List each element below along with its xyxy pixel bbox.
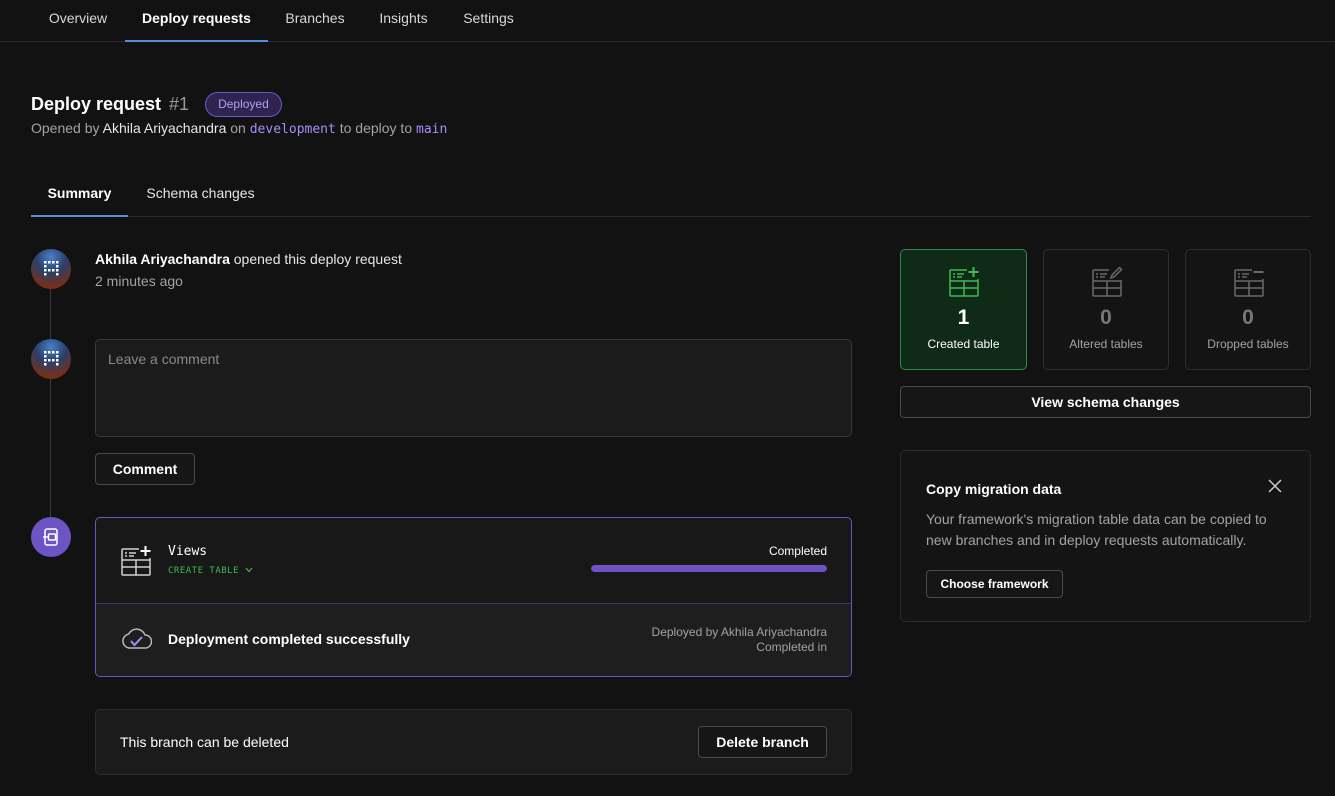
deployment-meta: Deployed by Akhila Ariyachandra Complete… <box>652 625 827 655</box>
branch-delete-card: This branch can be deleted Delete branch <box>95 709 852 775</box>
nav-tab-overview[interactable]: Overview <box>31 0 125 42</box>
stat-dropped-tables[interactable]: 0 Dropped tables <box>1185 249 1311 370</box>
stat-label: Altered tables <box>1069 337 1143 351</box>
table-remove-icon <box>1234 266 1265 297</box>
deploy-to-label: to deploy to <box>339 120 413 136</box>
avatar <box>31 249 71 289</box>
choose-framework-button[interactable]: Choose framework <box>926 570 1063 598</box>
nav-tab-deploy-requests[interactable]: Deploy requests <box>125 0 268 42</box>
delete-branch-button[interactable]: Delete branch <box>698 726 827 758</box>
status-badge: Deployed <box>205 91 282 117</box>
table-name: Views <box>168 544 208 559</box>
migration-description: Your framework's migration table data ca… <box>926 511 1267 548</box>
source-branch-link[interactable]: development <box>250 122 336 137</box>
migration-title: Copy migration data <box>926 481 1062 497</box>
deployment-success-message: Deployment completed successfully <box>168 631 410 647</box>
branch-delete-message: This branch can be deleted <box>120 734 289 750</box>
tab-summary[interactable]: Summary <box>31 172 128 217</box>
timeline-connector <box>50 289 51 339</box>
completed-in-text: Completed in <box>756 640 827 654</box>
deployment-table-row: Views CREATE TABLE Completed <box>96 518 851 604</box>
timeline-connector <box>50 379 51 517</box>
stat-label: Dropped tables <box>1207 337 1289 351</box>
deployment-result-row: Deployment completed successfully Deploy… <box>96 604 851 676</box>
avatar-letter-icon <box>44 351 59 366</box>
comment-input[interactable] <box>95 339 852 437</box>
deploy-node-icon <box>31 517 71 557</box>
stat-created-tables[interactable]: 1 Created table <box>900 249 1027 370</box>
nav-tab-branches[interactable]: Branches <box>268 0 362 42</box>
comment-button[interactable]: Comment <box>95 453 195 485</box>
request-number: #1 <box>169 93 190 114</box>
stat-count: 1 <box>957 306 970 329</box>
stat-altered-tables[interactable]: 0 Altered tables <box>1043 249 1169 370</box>
nav-tab-settings[interactable]: Settings <box>445 0 532 42</box>
avatar <box>31 339 71 379</box>
chevron-down-icon <box>245 567 253 573</box>
table-add-icon <box>949 266 980 297</box>
event-timestamp: 2 minutes ago <box>95 273 183 289</box>
author-link[interactable]: Akhila Ariyachandra <box>103 120 227 136</box>
stat-count: 0 <box>1100 306 1112 329</box>
stat-count: 0 <box>1242 306 1254 329</box>
view-schema-changes-button[interactable]: View schema changes <box>900 386 1311 418</box>
table-add-icon <box>121 545 152 576</box>
progress-fill <box>591 565 827 572</box>
close-icon[interactable] <box>1268 479 1282 493</box>
deployment-progress-bar <box>591 565 827 572</box>
on-label: on <box>230 120 246 136</box>
tab-schema-changes[interactable]: Schema changes <box>128 172 273 217</box>
nav-tab-insights[interactable]: Insights <box>362 0 445 42</box>
deployed-by-text: Deployed by Akhila Ariyachandra <box>651 625 827 639</box>
operation-label: CREATE TABLE <box>168 566 240 576</box>
cloud-check-icon <box>122 628 152 649</box>
target-branch-link[interactable]: main <box>416 122 447 137</box>
opened-by-label: Opened by <box>31 120 100 136</box>
avatar-letter-icon <box>44 261 59 276</box>
stat-label: Created table <box>927 337 1000 351</box>
page-title: Deploy request <box>31 93 162 114</box>
request-subtitle: Opened by Akhila Ariyachandra on develop… <box>31 120 447 137</box>
migration-data-card: Copy migration data Your framework's mig… <box>900 450 1311 622</box>
top-navigation: Overview Deploy requests Branches Insigh… <box>0 0 1335 42</box>
event-author[interactable]: Akhila Ariyachandra <box>95 251 230 267</box>
deployment-status: Completed <box>768 544 827 558</box>
event-action: opened this deploy request <box>233 251 402 267</box>
page-header: Deploy request #1 Deployed <box>31 91 282 117</box>
opened-event-text: Akhila Ariyachandra opened this deploy r… <box>95 251 402 267</box>
request-tabs: Summary Schema changes <box>31 172 1311 217</box>
table-edit-icon <box>1092 266 1123 297</box>
create-table-toggle[interactable]: CREATE TABLE <box>168 566 253 576</box>
deployment-card: Views CREATE TABLE Completed Deployment … <box>95 517 852 677</box>
